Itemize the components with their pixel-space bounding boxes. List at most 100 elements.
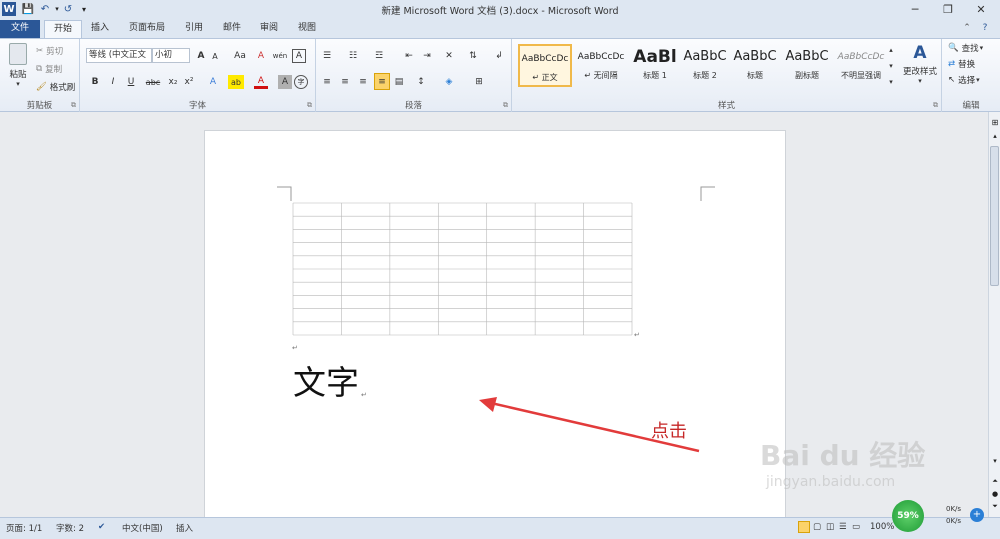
scroll-up-icon[interactable]: ▴ [990,132,1000,142]
status-language[interactable]: 中文(中国) [122,522,163,534]
scroll-down-icon[interactable]: ▾ [990,457,1000,467]
minimize-button[interactable]: ─ [902,1,928,17]
phonetic-guide-icon[interactable]: wén [272,49,288,63]
style-heading-1[interactable]: AaBl 标题 1 [628,44,682,87]
style-heading-2[interactable]: AaBbC 标题 2 [678,44,732,87]
shading-icon[interactable]: ◈ [442,75,456,89]
format-painter-label: 格式刷 [49,83,76,93]
clear-formatting-icon[interactable]: A [254,49,268,63]
close-button[interactable]: ✕ [968,1,994,17]
text-effects-icon[interactable]: A [206,75,220,89]
style-no-spacing[interactable]: AaBbCcDc ↵ 无间隔 [574,44,628,87]
tab-view[interactable]: 视图 [293,20,321,38]
help-icon[interactable]: ? [977,20,993,38]
font-name-dropdown[interactable]: 等线 (中文正文 [86,48,152,63]
bullets-icon[interactable]: ☰ [320,49,334,63]
vertical-scrollbar[interactable]: ⊞ ▴ ▾ ⏶ ● ⏷ [988,112,1000,517]
styles-scroll-down-icon[interactable]: ▾ [886,59,896,73]
distributed-icon[interactable]: ▤ [392,75,406,89]
tab-home[interactable]: 开始 [44,20,82,38]
borders-icon[interactable]: ⊞ [472,75,486,89]
change-case-button[interactable]: Aa [230,49,250,63]
replace-icon: ⇄ [948,59,956,69]
tab-insert[interactable]: 插入 [86,20,114,38]
copy-button[interactable]: ⧉ 复制 [36,63,62,75]
proofing-icon[interactable]: ✔ [98,522,105,532]
font-size-dropdown[interactable]: 小初 [152,48,190,63]
multilevel-list-icon[interactable]: ☲ [372,49,386,63]
font-color-icon[interactable]: A [254,75,268,89]
tab-mailings[interactable]: 邮件 [218,20,246,38]
increase-indent-icon[interactable]: ⇥ [420,49,434,63]
font-launcher-icon[interactable]: ⧉ [307,101,312,110]
full-screen-view-icon[interactable]: ▢ [813,522,821,532]
chinese-layout-icon[interactable]: ✕ [442,49,456,63]
subscript-button[interactable]: x₂ [166,75,180,89]
cut-button[interactable]: ✂ 剪切 [36,45,63,57]
italic-button[interactable]: I [106,75,120,89]
web-layout-view-icon[interactable]: ◫ [826,522,834,532]
character-shading-icon[interactable]: A [278,75,292,89]
enclose-character-icon[interactable]: 字 [294,75,308,89]
document-text[interactable]: 文字 [293,363,359,403]
paragraph-launcher-icon[interactable]: ⧉ [503,101,508,110]
style-normal[interactable]: AaBbCcDc ↵ 正文 [518,44,572,87]
align-center-icon[interactable]: ≡ [338,75,352,89]
change-styles-button[interactable]: A 更改样式 ▾ [900,43,940,85]
format-painter-button[interactable]: 🖌 格式刷 [36,81,75,93]
draft-view-icon[interactable]: ▭ [852,522,860,532]
line-spacing-icon[interactable]: ↕ [414,75,428,89]
paste-button[interactable]: 粘贴 ▾ [6,43,30,89]
document-table[interactable] [292,202,633,336]
bold-button[interactable]: B [88,75,102,89]
clipboard-launcher-icon[interactable]: ⧉ [71,101,76,110]
style-preview: AaBbCcDc [577,52,625,62]
styles-more-icon[interactable]: ▾ [886,75,896,89]
zoom-level[interactable]: 100% [870,522,894,532]
align-left-icon[interactable]: ≡ [320,75,334,89]
select-button[interactable]: ↖ 选择 ▾ [948,74,980,86]
next-page-icon[interactable]: ⏷ [990,502,1000,512]
highlight-icon[interactable]: ab [228,75,244,89]
select-label: 选择 [958,76,976,86]
restore-button[interactable]: ❐ [935,1,961,17]
select-icon: ↖ [948,75,956,85]
memory-ball[interactable]: 59% [892,500,924,532]
style-title[interactable]: AaBbC 标题 [728,44,782,87]
underline-button[interactable]: U [124,75,138,89]
tab-references[interactable]: 引用 [180,20,208,38]
collapse-ribbon-icon[interactable]: ⌃ [960,20,974,38]
scroll-thumb[interactable] [990,146,999,286]
tab-page-layout[interactable]: 页面布局 [124,20,170,38]
show-marks-icon[interactable]: ↲ [492,49,506,63]
decrease-indent-icon[interactable]: ⇤ [402,49,416,63]
superscript-button[interactable]: x² [182,75,196,89]
grow-font-icon[interactable]: A [194,49,208,63]
align-right-icon[interactable]: ≡ [356,75,370,89]
net-plus-icon[interactable]: + [970,508,984,522]
find-button[interactable]: 🔍 查找 ▾ [948,42,983,54]
ruler-toggle-icon[interactable]: ⊞ [990,118,1000,128]
browse-object-icon[interactable]: ● [990,490,1000,500]
document-page[interactable]: ↵ ↵ ↵ 文字 点击 [204,130,786,530]
status-page[interactable]: 页面: 1/1 [6,522,42,534]
sort-icon[interactable]: ⇅ [466,49,480,63]
print-layout-view-icon[interactable] [798,521,810,533]
copy-icon: ⧉ [36,64,43,74]
status-insert-mode[interactable]: 插入 [176,522,193,534]
numbering-icon[interactable]: ☷ [346,49,360,63]
status-word-count[interactable]: 字数: 2 [56,522,84,534]
shrink-font-icon[interactable]: A [208,49,222,63]
replace-button[interactable]: ⇄ 替换 [948,58,975,70]
justify-icon[interactable]: ≡ [374,73,390,90]
tab-review[interactable]: 审阅 [255,20,283,38]
styles-scroll-up-icon[interactable]: ▴ [886,43,896,57]
character-border-icon[interactable]: A [292,49,306,63]
strikethrough-button[interactable]: abc [144,75,162,89]
tab-file[interactable]: 文件 [0,20,40,38]
style-subtle-emphasis[interactable]: AaBbCcDc 不明显强调 [834,44,888,87]
styles-launcher-icon[interactable]: ⧉ [933,101,938,110]
previous-page-icon[interactable]: ⏶ [990,477,1000,487]
style-subtitle[interactable]: AaBbC 副标题 [780,44,834,87]
outline-view-icon[interactable]: ☰ [839,522,847,532]
